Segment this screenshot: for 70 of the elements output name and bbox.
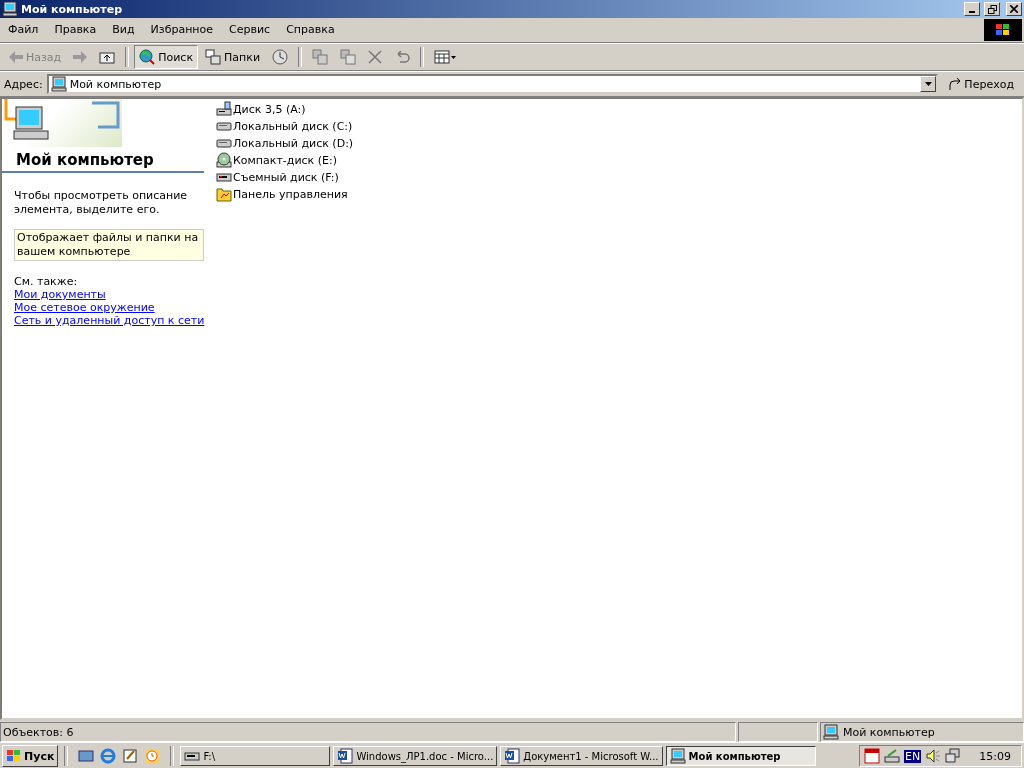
status-zone: Мой компьютер: [820, 722, 1024, 742]
item-label[interactable]: Локальный диск (C:): [233, 119, 353, 133]
taskbar-button[interactable]: Мой компьютер: [665, 746, 816, 766]
undo-icon: [394, 51, 411, 63]
link[interactable]: Мое сетевое окружение: [14, 301, 155, 314]
address-field[interactable]: Мой компьютер: [46, 74, 939, 94]
menu-item[interactable]: Справка: [278, 21, 343, 39]
cd-drive-icon: [216, 152, 232, 168]
forward-arrow-icon: [73, 51, 88, 63]
folders-icon: [205, 49, 222, 65]
folders-button[interactable]: Папки: [200, 45, 266, 69]
restore-button[interactable]: [984, 2, 1000, 16]
windows-logo-icon: [984, 19, 1022, 41]
see-also-label: См. также:: [14, 275, 79, 288]
speaker-icon[interactable]: [925, 748, 942, 764]
move-to-icon: [312, 49, 329, 65]
menu-item[interactable]: Сервис: [221, 21, 279, 39]
floppy-drive-icon: [216, 101, 232, 117]
go-button[interactable]: Переход: [942, 74, 1020, 94]
folder-up-icon: [99, 50, 116, 64]
taskbar-button[interactable]: Windows_ЛР1.doc - Micro...: [333, 746, 498, 766]
hint-text: Чтобы просмотреть описание элемента, выделите его.: [14, 189, 189, 217]
link[interactable]: Мои документы: [14, 288, 106, 301]
network-drive-icon[interactable]: [884, 748, 901, 764]
views-icon: [434, 50, 457, 64]
windows-logo-icon: [6, 749, 22, 763]
taskbar-button[interactable]: Документ1 - Microsoft W...: [500, 746, 663, 766]
minimize-button[interactable]: [964, 2, 980, 16]
item-label[interactable]: Съемный диск (F:): [233, 170, 339, 184]
link[interactable]: Сеть и удаленный доступ к сети: [14, 314, 205, 327]
taskbar-button[interactable]: F:\: [180, 746, 331, 766]
caret-icon: [924, 82, 932, 86]
status-count: Объектов: 6: [0, 722, 736, 742]
word-document-icon: [504, 748, 521, 764]
item-label[interactable]: Локальный диск (D:): [233, 136, 354, 150]
menu-item[interactable]: Файл: [0, 21, 47, 39]
menu-item[interactable]: Вид: [104, 21, 143, 39]
computer-icon: [50, 76, 67, 92]
window-title: Мой компьютер: [21, 2, 123, 16]
curved-arrow-icon: [948, 77, 963, 91]
item-label[interactable]: Панель управления: [233, 187, 348, 201]
clock-icon[interactable]: [144, 748, 161, 764]
back-arrow-icon: [9, 51, 23, 63]
clock: 15:09: [979, 749, 1011, 763]
item-label[interactable]: Диск 3,5 (A:): [233, 102, 306, 116]
browser-icon[interactable]: [100, 748, 117, 764]
start-button[interactable]: Пуск: [2, 745, 59, 767]
restore-icon: [987, 4, 997, 14]
close-icon: [1010, 5, 1018, 13]
word-document-icon: [337, 748, 354, 764]
menu-item[interactable]: Правка: [46, 21, 105, 39]
computer-icon: [823, 724, 839, 740]
computer-icon: [669, 748, 686, 764]
desktop-icon[interactable]: [78, 748, 95, 764]
notepad-icon[interactable]: [122, 748, 139, 764]
search-button[interactable]: Поиск: [134, 45, 199, 69]
menu-item[interactable]: Избранное: [142, 21, 222, 39]
item-label[interactable]: Компакт-диск (E:): [233, 153, 337, 167]
search-icon: [139, 49, 156, 65]
copy-to-icon: [340, 49, 357, 65]
panel-title: Мой компьютер: [2, 147, 204, 173]
description-text: Отображает файлы и папки на вашем компьютере: [14, 229, 204, 261]
delete-icon: [368, 50, 383, 64]
close-button[interactable]: [1006, 2, 1022, 16]
dropdown-button[interactable]: [920, 76, 937, 92]
address-label: Адрес:: [4, 77, 43, 91]
language-indicator[interactable]: EN: [904, 749, 922, 763]
control-panel-folder-icon: [216, 186, 232, 202]
calendar-icon[interactable]: [864, 748, 881, 764]
clock-icon: [272, 49, 289, 65]
